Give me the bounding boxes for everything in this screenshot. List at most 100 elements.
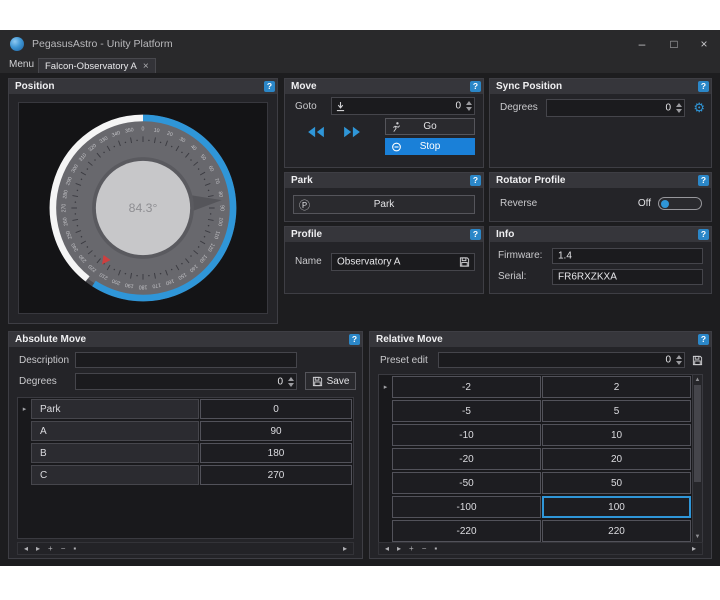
- table-row[interactable]: -20 20: [379, 447, 692, 471]
- rotator-dial[interactable]: 0 10 2030405060708090100110120130140150160…: [44, 109, 242, 307]
- relative-step-cell[interactable]: -100: [392, 496, 541, 518]
- nav-remove-icon[interactable]: −: [422, 544, 427, 553]
- grid-navigator: ◂ ▸ + − ▪ ▸: [378, 542, 703, 555]
- scroll-thumb[interactable]: [694, 385, 701, 482]
- menu-button[interactable]: Menu: [9, 59, 34, 70]
- nudge-ccw-button[interactable]: [305, 125, 327, 139]
- abs-degrees-spinner[interactable]: [286, 374, 295, 389]
- relative-step-cell[interactable]: 10: [542, 424, 691, 446]
- table-row[interactable]: -10 10: [379, 423, 692, 447]
- save-icon[interactable]: [692, 355, 703, 366]
- nav-edit-icon[interactable]: ▪: [73, 544, 76, 553]
- relative-step-cell[interactable]: -220: [392, 520, 541, 542]
- table-scrollbar[interactable]: ▲ ▼: [692, 375, 702, 542]
- panel-title: Absolute Move: [15, 334, 87, 345]
- relative-step-cell[interactable]: -20: [392, 448, 541, 470]
- help-icon[interactable]: ?: [349, 334, 360, 345]
- panel-header: Sync Position ?: [490, 79, 711, 94]
- table-row[interactable]: ▸ Park 0: [18, 398, 353, 420]
- table-row[interactable]: -220 220: [379, 519, 692, 542]
- nav-edit-icon[interactable]: ▪: [434, 544, 437, 553]
- sync-settings-icon[interactable]: ⚙: [693, 101, 705, 115]
- relative-step-cell[interactable]: 20: [542, 448, 691, 470]
- relative-step-cell[interactable]: 50: [542, 472, 691, 494]
- profile-name-input[interactable]: Observatory A: [331, 253, 475, 271]
- relative-step-cell[interactable]: 5: [542, 400, 691, 422]
- tab-falcon-observatory-a[interactable]: Falcon-Observatory A ×: [38, 58, 156, 73]
- nav-next-icon[interactable]: ▸: [397, 544, 401, 553]
- serial-value-field[interactable]: FR6RXZKXA: [552, 269, 703, 285]
- table-row[interactable]: B 180: [18, 442, 353, 464]
- preset-edit-spinner[interactable]: [674, 353, 683, 367]
- panel-title: Position: [15, 81, 55, 92]
- table-row[interactable]: A 90: [18, 420, 353, 442]
- stop-button[interactable]: Stop: [385, 138, 475, 155]
- relative-step-cell[interactable]: 2: [542, 376, 691, 398]
- scroll-up-button[interactable]: ▲: [693, 375, 702, 385]
- preset-name-cell[interactable]: Park: [31, 399, 199, 419]
- absolute-presets-table: ▸ Park 0 A 90 B 180 C 270: [17, 397, 354, 539]
- close-button[interactable]: ×: [696, 37, 712, 51]
- table-row[interactable]: -50 50: [379, 471, 692, 495]
- preset-name-cell[interactable]: C: [31, 465, 199, 485]
- nav-next-icon[interactable]: ▸: [36, 544, 40, 553]
- save-button[interactable]: Save: [305, 372, 356, 390]
- relative-step-cell[interactable]: 100: [542, 496, 691, 518]
- reverse-toggle[interactable]: [658, 197, 702, 210]
- preset-value-cell[interactable]: 180: [200, 443, 352, 463]
- tab-close-icon[interactable]: ×: [143, 61, 149, 72]
- scroll-down-button[interactable]: ▼: [693, 532, 702, 542]
- goto-input[interactable]: 0: [331, 97, 475, 115]
- help-icon[interactable]: ?: [698, 81, 709, 92]
- firmware-value-field[interactable]: 1.4: [552, 248, 703, 264]
- preset-value-cell[interactable]: 90: [200, 421, 352, 441]
- description-input[interactable]: [75, 352, 297, 368]
- nav-add-icon[interactable]: +: [48, 544, 53, 553]
- preset-edit-input[interactable]: 0: [438, 352, 685, 368]
- relative-step-cell[interactable]: -50: [392, 472, 541, 494]
- park-icon: Ⓟ: [299, 199, 310, 212]
- sync-degrees-spinner[interactable]: [674, 100, 683, 116]
- nav-prev-icon[interactable]: ◂: [24, 544, 28, 553]
- help-icon[interactable]: ?: [264, 81, 275, 92]
- preset-name-cell[interactable]: B: [31, 443, 199, 463]
- position-dial[interactable]: 0 10 20 30 40 50 60 70 80 90 100 110 120 130 140 150 160…: [18, 102, 268, 314]
- table-row[interactable]: -100 100: [379, 495, 692, 519]
- relative-presets-table: ▸ -2 2 -5 5 -10 10 -20 20 -50 50 -100 100 -220 220 ▲ ▼: [378, 374, 703, 543]
- table-row[interactable]: -5 5: [379, 399, 692, 423]
- nav-end-icon[interactable]: ▸: [692, 544, 696, 553]
- preset-value-cell[interactable]: 270: [200, 465, 352, 485]
- nudge-cw-button[interactable]: [341, 125, 363, 139]
- nav-end-icon[interactable]: ▸: [343, 544, 347, 553]
- maximize-button[interactable]: □: [666, 37, 682, 51]
- park-button[interactable]: Ⓟ Park: [293, 195, 475, 214]
- panel-header: Info ?: [490, 227, 711, 242]
- profile-panel: Profile ? Name Observatory A: [284, 226, 484, 294]
- preset-name-cell[interactable]: A: [31, 421, 199, 441]
- relative-step-cell[interactable]: -10: [392, 424, 541, 446]
- sync-degrees-input[interactable]: 0: [546, 99, 685, 117]
- relative-step-cell[interactable]: -5: [392, 400, 541, 422]
- go-button[interactable]: Go: [385, 118, 475, 135]
- panel-title: Info: [496, 229, 515, 240]
- row-indicator: [379, 495, 392, 519]
- help-icon[interactable]: ?: [698, 229, 709, 240]
- save-icon[interactable]: [459, 257, 470, 268]
- goto-spinner[interactable]: [464, 98, 473, 114]
- relative-step-cell[interactable]: 220: [542, 520, 691, 542]
- help-icon[interactable]: ?: [698, 334, 709, 345]
- nav-add-icon[interactable]: +: [409, 544, 414, 553]
- nav-remove-icon[interactable]: −: [61, 544, 66, 553]
- preset-value-cell[interactable]: 0: [200, 399, 352, 419]
- minimize-button[interactable]: –: [634, 37, 650, 51]
- help-icon[interactable]: ?: [470, 229, 481, 240]
- nav-prev-icon[interactable]: ◂: [385, 544, 389, 553]
- relative-step-cell[interactable]: -2: [392, 376, 541, 398]
- help-icon[interactable]: ?: [470, 81, 481, 92]
- help-icon[interactable]: ?: [470, 175, 481, 186]
- help-icon[interactable]: ?: [698, 175, 709, 186]
- titlebar: PegasusAstro - Unity Platform – □ ×: [0, 30, 720, 58]
- table-row[interactable]: C 270: [18, 464, 353, 486]
- table-row[interactable]: ▸ -2 2: [379, 375, 692, 399]
- abs-degrees-input[interactable]: 0: [75, 373, 297, 390]
